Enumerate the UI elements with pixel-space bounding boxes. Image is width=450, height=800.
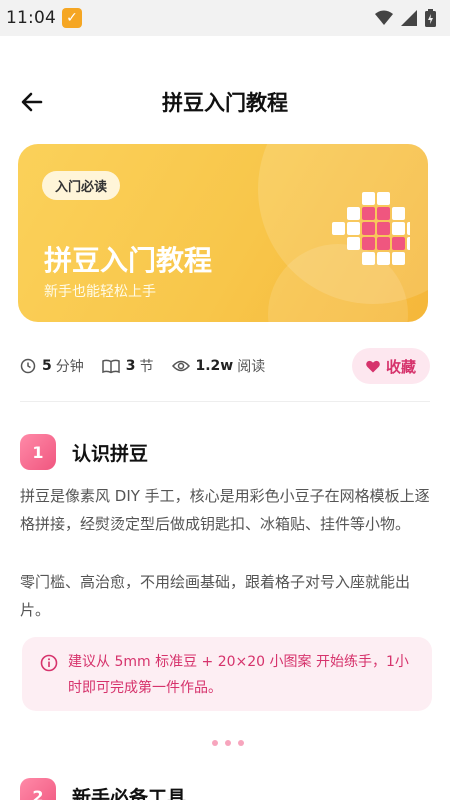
back-button[interactable] [18, 88, 46, 116]
pixel-bead-icon [332, 192, 410, 265]
lessons-value: 3 [125, 358, 136, 374]
section-header: 2 新手必备工具 [20, 778, 186, 800]
book-icon [102, 359, 120, 374]
info-icon [40, 654, 58, 672]
section-number-badge: 1 [20, 434, 56, 470]
section-header: 1 认识拼豆 [20, 434, 148, 470]
divider [20, 401, 430, 402]
section-paragraph: 零门槛、高治愈，不用绘画基础，跟着格子对号入座就能出片。 [20, 573, 411, 619]
eye-icon [171, 360, 190, 372]
views-unit: 阅读 [237, 359, 266, 375]
app-header: 拼豆入门教程 [0, 72, 450, 132]
duration-value: 5 [42, 358, 52, 374]
favorite-label: 收藏 [385, 357, 416, 376]
section-number-badge: 2 [20, 778, 56, 800]
lessons-unit: 节 [139, 359, 154, 375]
battery-icon [425, 9, 436, 27]
status-time: 11:04 [6, 8, 56, 28]
tutorial-meta-row: 5 分钟 3 节 1.2w 阅读 收藏 [20, 348, 430, 384]
page-title: 拼豆入门教程 [162, 91, 288, 115]
favorite-button[interactable]: 收藏 [351, 348, 430, 384]
tip-callout: 建议从 5mm 标准豆 + 20×20 小图案 开始练手，1小时即可完成第一件作… [22, 637, 432, 711]
hero-subtitle: 新手也能轻松上手 [44, 284, 156, 300]
app-notification-icon: ✓ [62, 8, 82, 28]
tip-text: 建议从 5mm 标准豆 + 20×20 小图案 开始练手，1小时即可完成第一件作… [68, 654, 409, 696]
dot [238, 740, 244, 746]
section-title: 新手必备工具 [72, 786, 187, 800]
wifi-icon [375, 10, 393, 25]
views-value: 1.2w [195, 358, 234, 374]
dot [225, 740, 231, 746]
section-paragraph: 拼豆是像素风 DIY 手工，核心是用彩色小豆子在网格模板上逐格拼接，经熨烫定型后… [20, 487, 430, 533]
status-icons [375, 9, 436, 27]
dot [212, 740, 218, 746]
hero-badge: 入门必读 [42, 171, 121, 200]
lessons-meta: 3 节 [102, 356, 154, 376]
arrow-left-icon [21, 92, 43, 112]
hero-card: 入门必读 拼豆入门教程 新手也能轻松上手 [18, 144, 428, 322]
pagination-dots [212, 740, 244, 746]
heart-icon [366, 360, 380, 372]
status-bar: 11:04 ✓ [0, 0, 450, 36]
hero-title: 拼豆入门教程 [44, 244, 213, 277]
clock-icon [20, 358, 36, 374]
duration-meta: 5 分钟 [20, 356, 84, 376]
signal-icon [401, 10, 417, 26]
section-title: 认识拼豆 [72, 442, 149, 465]
duration-unit: 分钟 [55, 359, 84, 375]
views-meta: 1.2w 阅读 [171, 356, 266, 376]
